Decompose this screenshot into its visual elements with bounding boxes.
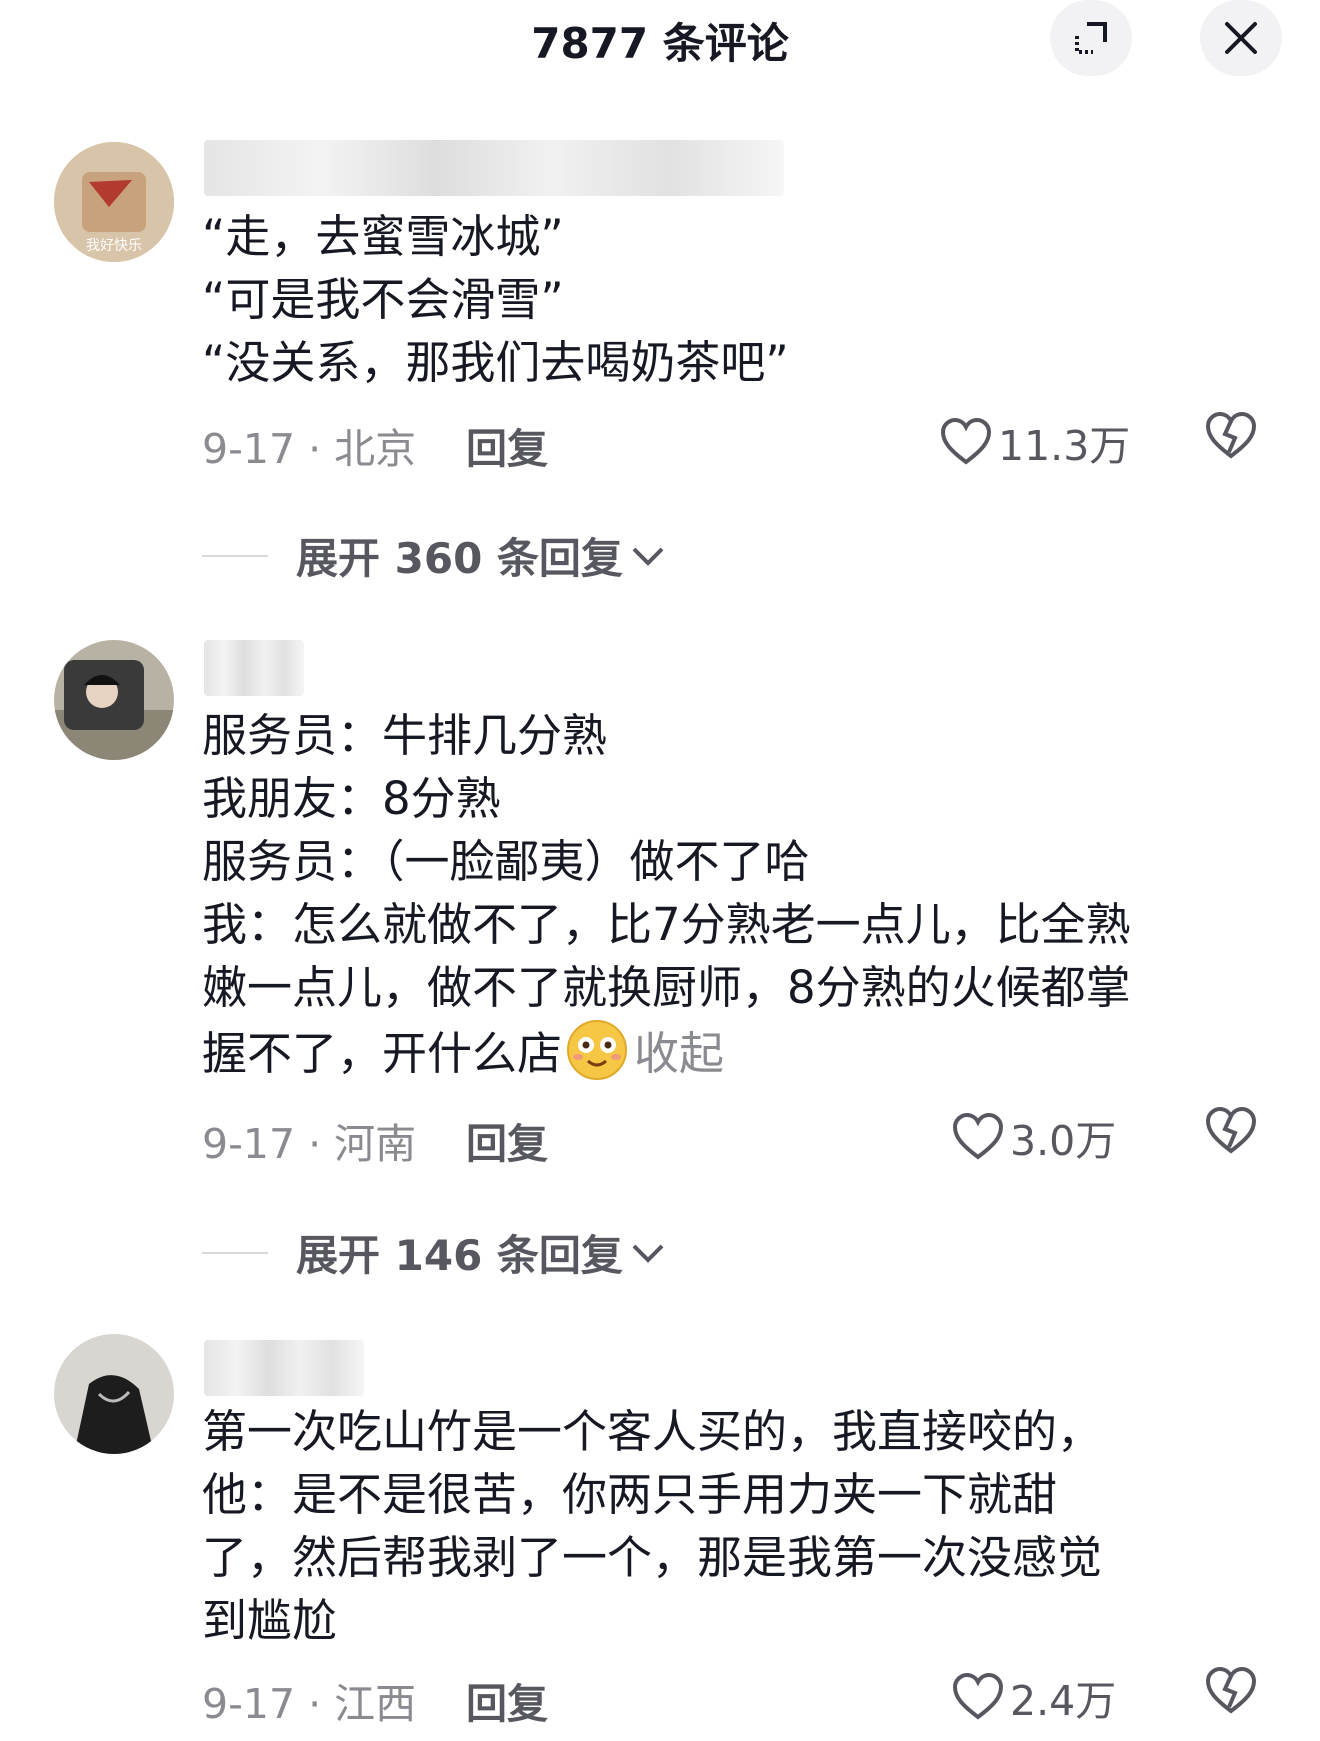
like-button[interactable]: 3.0万 [952, 1107, 1116, 1167]
comment-text: 第一次吃山竹是一个客人买的，我直接咬的， 他：是不是很苦，你两只手用力夹一下就甜… [202, 1400, 1282, 1652]
like-count: 2.4万 [1010, 1677, 1117, 1725]
reply-button[interactable]: 回复 [466, 1670, 548, 1730]
comment-line: “走，去蜜雪冰城” [202, 210, 564, 263]
comment-line: 服务员：（一脸鄙夷）做不了哈 [202, 835, 810, 888]
comment-text: 服务员：牛排几分熟 我朋友：8分熟 服务员：（一脸鄙夷）做不了哈 我：怎么就做不… [202, 704, 1282, 1085]
expand-replies-button[interactable]: 展开 146 条回复 [202, 1222, 665, 1283]
dislike-button[interactable] [1205, 1666, 1257, 1719]
comment-date-location: 9-17 · 河南 [202, 1120, 417, 1168]
comment-line: 第一次吃山竹是一个客人买的，我直接咬的， [202, 1405, 1103, 1458]
avatar[interactable] [54, 1334, 174, 1454]
like-count: 11.3万 [998, 422, 1131, 470]
smile-emoji-icon [567, 1020, 628, 1080]
comment-date-location: 9-17 · 江西 [202, 1680, 417, 1728]
comment-line: 了，然后帮我剥了一个，那是我第一次没感觉 [202, 1531, 1103, 1584]
chevron-down-icon [632, 1244, 664, 1263]
dislike-heart-icon [1205, 1106, 1257, 1154]
dislike-button[interactable] [1205, 1106, 1257, 1159]
chevron-down-icon [632, 547, 664, 566]
divider-dash [202, 1251, 268, 1254]
heart-icon [952, 1673, 1004, 1720]
expand-icon [1075, 22, 1107, 54]
comment-line: 我：怎么就做不了，比7分熟老一点儿，比全熟 [202, 898, 1131, 951]
dislike-heart-icon [1205, 411, 1257, 459]
expand-replies-label: 展开 146 条回复 [296, 1231, 623, 1280]
avatar-text: 我好快乐 [86, 238, 142, 254]
expand-replies-button[interactable]: 展开 360 条回复 [202, 525, 665, 586]
dislike-button[interactable] [1205, 411, 1257, 464]
comment-line: 到尴尬 [202, 1594, 338, 1647]
username-redacted[interactable] [204, 1340, 364, 1396]
like-count: 3.0万 [1010, 1117, 1117, 1165]
comment-line: “可是我不会滑雪” [202, 273, 564, 326]
comment-date-location: 9-17 · 北京 [202, 425, 417, 473]
avatar[interactable] [54, 640, 174, 760]
username-redacted[interactable] [204, 140, 784, 196]
heart-icon [940, 418, 992, 465]
comment-last-line: 握不了，开什么店 收起 [202, 1019, 1282, 1085]
collapse-link[interactable]: 收起 [634, 1027, 724, 1080]
divider-dash [202, 554, 268, 557]
username-redacted[interactable] [204, 640, 304, 696]
fullscreen-button[interactable] [1050, 0, 1132, 76]
comment-line: 握不了，开什么店 [202, 1027, 563, 1080]
comment-line: “没关系，那我们去喝奶茶吧” [202, 336, 789, 389]
comment-text: “走，去蜜雪冰城” “可是我不会滑雪” “没关系，那我们去喝奶茶吧” [202, 205, 1282, 394]
reply-button[interactable]: 回复 [466, 1110, 548, 1170]
expand-replies-label: 展开 360 条回复 [296, 534, 623, 583]
close-button[interactable] [1200, 0, 1282, 76]
reply-button[interactable]: 回复 [466, 415, 548, 475]
close-icon [1225, 22, 1257, 54]
comment-line: 我朋友：8分熟 [202, 772, 501, 825]
avatar[interactable]: 我好快乐 [54, 142, 174, 262]
comment-line: 他：是不是很苦，你两只手用力夹一下就甜 [202, 1468, 1058, 1521]
comments-header: 7877 条评论 [0, 0, 1320, 80]
comment-line: 嫩一点儿，做不了就换厨师，8分熟的火候都掌 [202, 961, 1131, 1014]
like-button[interactable]: 2.4万 [952, 1667, 1116, 1727]
comment-line: 服务员：牛排几分熟 [202, 709, 608, 762]
dislike-heart-icon [1205, 1666, 1257, 1714]
like-button[interactable]: 11.3万 [940, 412, 1130, 472]
heart-icon [952, 1113, 1004, 1160]
